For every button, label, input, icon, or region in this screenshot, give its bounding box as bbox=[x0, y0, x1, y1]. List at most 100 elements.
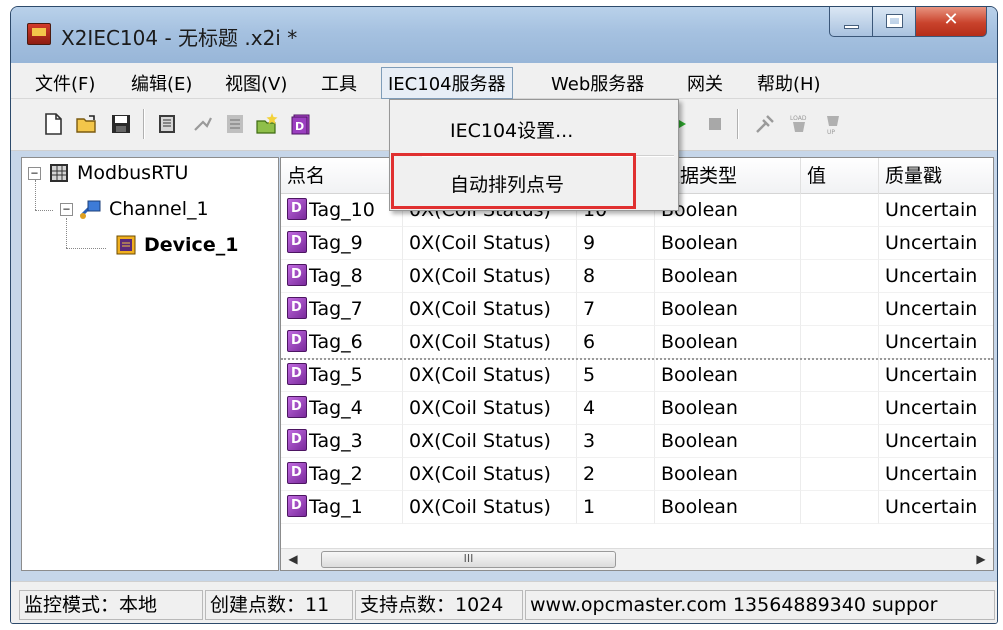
table-row[interactable]: Tag_5 0X(Coil Status) 5 Boolean Uncertain bbox=[281, 359, 993, 392]
cell-value bbox=[801, 293, 879, 326]
cell-text-register: 0X(Coil Status) bbox=[409, 430, 551, 452]
highlight-annotation-box bbox=[391, 153, 636, 209]
scroll-right-icon[interactable]: ▶ bbox=[971, 551, 991, 568]
cell-value bbox=[801, 227, 879, 260]
window-title: X2IEC104 - 无标题 .x2i * bbox=[61, 26, 298, 50]
cell-value bbox=[801, 260, 879, 293]
load-icon[interactable]: LOAD bbox=[787, 112, 811, 136]
cell-register: 0X(Coil Status) bbox=[403, 326, 577, 359]
collapse-icon[interactable]: − bbox=[60, 202, 73, 216]
cell-text-addr: 3 bbox=[583, 430, 596, 452]
cell-name: Tag_8 bbox=[281, 260, 403, 293]
maximize-icon bbox=[886, 14, 903, 28]
close-button[interactable]: ✕ bbox=[915, 7, 987, 37]
settings-tools-icon[interactable] bbox=[753, 112, 777, 136]
cell-name: Tag_4 bbox=[281, 392, 403, 425]
cell-text-name: Tag_2 bbox=[309, 463, 363, 485]
menu-item-iec104-settings[interactable]: IEC104设置... bbox=[450, 116, 573, 143]
upload-icon[interactable]: UP bbox=[821, 112, 845, 136]
cell-value bbox=[801, 392, 879, 425]
menu-edit[interactable]: 编辑(E) bbox=[127, 69, 196, 97]
table-row[interactable]: Tag_6 0X(Coil Status) 6 Boolean Uncertain bbox=[281, 326, 993, 359]
device-tree: − ModbusRTU − Channel_1 Device_1 bbox=[21, 157, 279, 571]
minimize-button[interactable] bbox=[829, 7, 873, 37]
tag-icon bbox=[287, 198, 307, 220]
maximize-button[interactable] bbox=[872, 7, 916, 37]
tree-connector bbox=[35, 180, 36, 210]
menu-help[interactable]: 帮助(H) bbox=[753, 69, 825, 97]
cell-text-quality: Uncertain bbox=[885, 232, 978, 254]
cell-text-name: Tag_5 bbox=[309, 364, 363, 386]
cell-register: 0X(Coil Status) bbox=[403, 392, 577, 425]
column-header-quality[interactable]: 质量戳 bbox=[879, 158, 993, 194]
cell-text-quality: Uncertain bbox=[885, 397, 978, 419]
cell-text-register: 0X(Coil Status) bbox=[409, 265, 551, 287]
save-icon[interactable] bbox=[109, 112, 133, 136]
cell-quality: Uncertain bbox=[879, 260, 993, 293]
cell-quality: Uncertain bbox=[879, 392, 993, 425]
cell-text-addr: 1 bbox=[583, 496, 596, 518]
stop-icon[interactable] bbox=[703, 112, 727, 136]
menu-file[interactable]: 文件(F) bbox=[31, 69, 99, 97]
tag-icon bbox=[287, 264, 307, 286]
add-channel-icon[interactable] bbox=[155, 112, 179, 136]
tag-table: 点名 数据类型 值 质量戳 Tag_100X(Coil Status)10Boo… bbox=[280, 157, 994, 571]
add-tag-icon[interactable] bbox=[255, 112, 279, 136]
cell-register: 0X(Coil Status) bbox=[403, 293, 577, 326]
cell-text-register: 0X(Coil Status) bbox=[409, 232, 551, 254]
cell-value bbox=[801, 359, 879, 392]
device-properties-icon[interactable] bbox=[223, 112, 247, 136]
cell-text-register: 0X(Coil Status) bbox=[409, 364, 551, 386]
cell-addr: 4 bbox=[577, 392, 655, 425]
cell-text-name: Tag_9 bbox=[309, 232, 363, 254]
title-bar[interactable]: X2IEC104 - 无标题 .x2i * ✕ bbox=[11, 7, 997, 63]
cell-text-register: 0X(Coil Status) bbox=[409, 397, 551, 419]
cell-addr: 7 bbox=[577, 293, 655, 326]
table-row[interactable]: Tag_9 0X(Coil Status) 9 Boolean Uncertain bbox=[281, 227, 993, 260]
tag-properties-icon[interactable]: D bbox=[289, 112, 313, 136]
cell-quality: Uncertain bbox=[879, 458, 993, 491]
menu-web-server[interactable]: Web服务器 bbox=[547, 69, 648, 97]
add-device-icon[interactable] bbox=[191, 112, 215, 136]
cell-name: Tag_2 bbox=[281, 458, 403, 491]
open-folder-icon[interactable] bbox=[75, 112, 99, 136]
tag-icon bbox=[287, 297, 307, 319]
cell-name: Tag_6 bbox=[281, 326, 403, 359]
column-header-name[interactable]: 点名 bbox=[281, 158, 403, 194]
tree-connector bbox=[66, 248, 106, 249]
cell-text-addr: 4 bbox=[583, 397, 596, 419]
menu-iec104-server[interactable]: IEC104服务器 bbox=[381, 67, 513, 99]
cell-text-register: 0X(Coil Status) bbox=[409, 463, 551, 485]
menu-gateway[interactable]: 网关 bbox=[683, 69, 727, 97]
tree-node-modbusrtu[interactable]: − ModbusRTU bbox=[28, 162, 188, 184]
scrollbar-thumb[interactable]: III bbox=[321, 551, 616, 568]
minimize-icon bbox=[844, 25, 859, 29]
toolbar-separator bbox=[737, 109, 739, 139]
menu-view[interactable]: 视图(V) bbox=[221, 69, 291, 97]
cell-text-quality: Uncertain bbox=[885, 199, 978, 221]
tree-node-device[interactable]: Device_1 bbox=[114, 234, 238, 256]
table-row[interactable]: Tag_7 0X(Coil Status) 7 Boolean Uncertain bbox=[281, 293, 993, 326]
cell-text-name: Tag_4 bbox=[309, 397, 363, 419]
new-file-icon[interactable] bbox=[41, 112, 65, 136]
cell-quality: Uncertain bbox=[879, 194, 993, 227]
table-row[interactable]: Tag_4 0X(Coil Status) 4 Boolean Uncertain bbox=[281, 392, 993, 425]
tree-node-channel[interactable]: − Channel_1 bbox=[60, 198, 209, 220]
cell-text-register: 0X(Coil Status) bbox=[409, 496, 551, 518]
table-row[interactable]: Tag_2 0X(Coil Status) 2 Boolean Uncertain bbox=[281, 458, 993, 491]
table-row[interactable]: Tag_3 0X(Coil Status) 3 Boolean Uncertain bbox=[281, 425, 993, 458]
horizontal-scrollbar[interactable]: ◀ III ▶ bbox=[281, 548, 993, 570]
app-window: X2IEC104 - 无标题 .x2i * ✕ 文件(F) 编辑(E) 视图(V… bbox=[10, 6, 998, 624]
app-icon[interactable] bbox=[27, 23, 51, 45]
collapse-icon[interactable]: − bbox=[28, 166, 41, 180]
svg-text:LOAD: LOAD bbox=[790, 115, 807, 122]
table-row[interactable]: Tag_8 0X(Coil Status) 8 Boolean Uncertain bbox=[281, 260, 993, 293]
cell-text-quality: Uncertain bbox=[885, 364, 978, 386]
cell-text-type: Boolean bbox=[661, 364, 738, 386]
cell-text-name: Tag_10 bbox=[309, 199, 375, 221]
scroll-left-icon[interactable]: ◀ bbox=[283, 551, 303, 568]
column-header-value[interactable]: 值 bbox=[801, 158, 879, 194]
table-row[interactable]: Tag_1 0X(Coil Status) 1 Boolean Uncertain bbox=[281, 491, 993, 524]
cell-value bbox=[801, 458, 879, 491]
menu-tools[interactable]: 工具 bbox=[317, 69, 361, 97]
